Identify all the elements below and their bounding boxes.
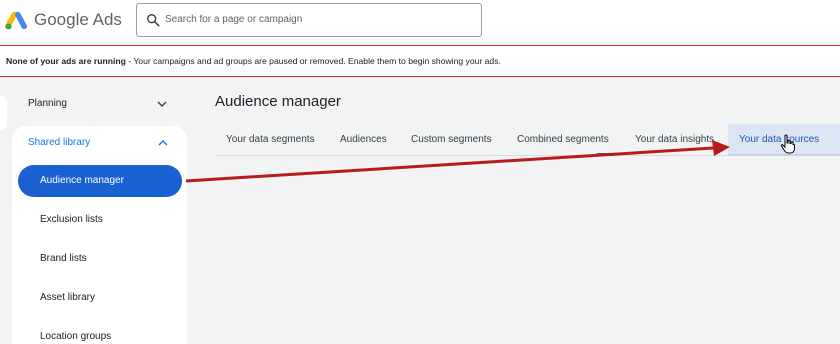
tab-label: Audiences bbox=[340, 134, 387, 145]
sidebar-item-planning[interactable]: Planning bbox=[10, 92, 182, 116]
sidebar-item-label: Asset library bbox=[40, 292, 96, 303]
chevron-down-icon bbox=[157, 101, 167, 107]
tab-label: Custom segments bbox=[411, 134, 492, 145]
search-placeholder: Search for a page or campaign bbox=[165, 14, 303, 25]
sidebar-item-label: Location groups bbox=[40, 331, 112, 342]
tab-bar: Your data segments Audiences Custom segm… bbox=[215, 124, 840, 156]
hand-cursor-icon bbox=[780, 134, 795, 154]
notice-bold-text: None of your ads are running bbox=[6, 56, 126, 66]
sidebar-item-label: Brand lists bbox=[40, 253, 87, 264]
left-rail-tab bbox=[0, 96, 7, 130]
sidebar-item-label: Exclusion lists bbox=[40, 214, 103, 225]
sidebar-item-brand-lists[interactable]: Brand lists bbox=[18, 243, 182, 275]
tab-active-indicator bbox=[596, 153, 614, 156]
chevron-up-icon[interactable] bbox=[157, 137, 169, 149]
ads-not-running-notice: None of your ads are running - Your camp… bbox=[0, 45, 840, 77]
sidebar-item-label: Planning bbox=[28, 98, 67, 109]
top-bar: Google Ads Search for a page or campaign bbox=[0, 0, 840, 42]
sidebar-item-label: Audience manager bbox=[40, 175, 124, 186]
sidebar-item-exclusion-lists[interactable]: Exclusion lists bbox=[18, 204, 182, 236]
sidebar-item-shared-library[interactable]: Shared library bbox=[28, 137, 90, 148]
google-ads-logo-icon[interactable] bbox=[5, 9, 27, 31]
sidebar-item-asset-library[interactable]: Asset library bbox=[18, 282, 182, 314]
sidebar-item-audience-manager[interactable]: Audience manager bbox=[18, 165, 182, 197]
search-input[interactable]: Search for a page or campaign bbox=[136, 3, 482, 37]
shared-library-panel: Shared library Audience manager Exclusio… bbox=[12, 126, 187, 344]
sidebar-item-location-groups[interactable]: Location groups bbox=[18, 321, 182, 344]
tab-label: Your data insights bbox=[635, 134, 715, 145]
search-icon bbox=[147, 14, 160, 27]
tab-label: Combined segments bbox=[517, 134, 609, 145]
notice-body-text: - Your campaigns and ad groups are pause… bbox=[125, 56, 501, 66]
page-title: Audience manager bbox=[215, 93, 341, 110]
tab-label: Your data segments bbox=[226, 134, 315, 145]
notice-text: None of your ads are running - Your camp… bbox=[6, 56, 501, 66]
brand-name: Google Ads bbox=[34, 10, 122, 29]
